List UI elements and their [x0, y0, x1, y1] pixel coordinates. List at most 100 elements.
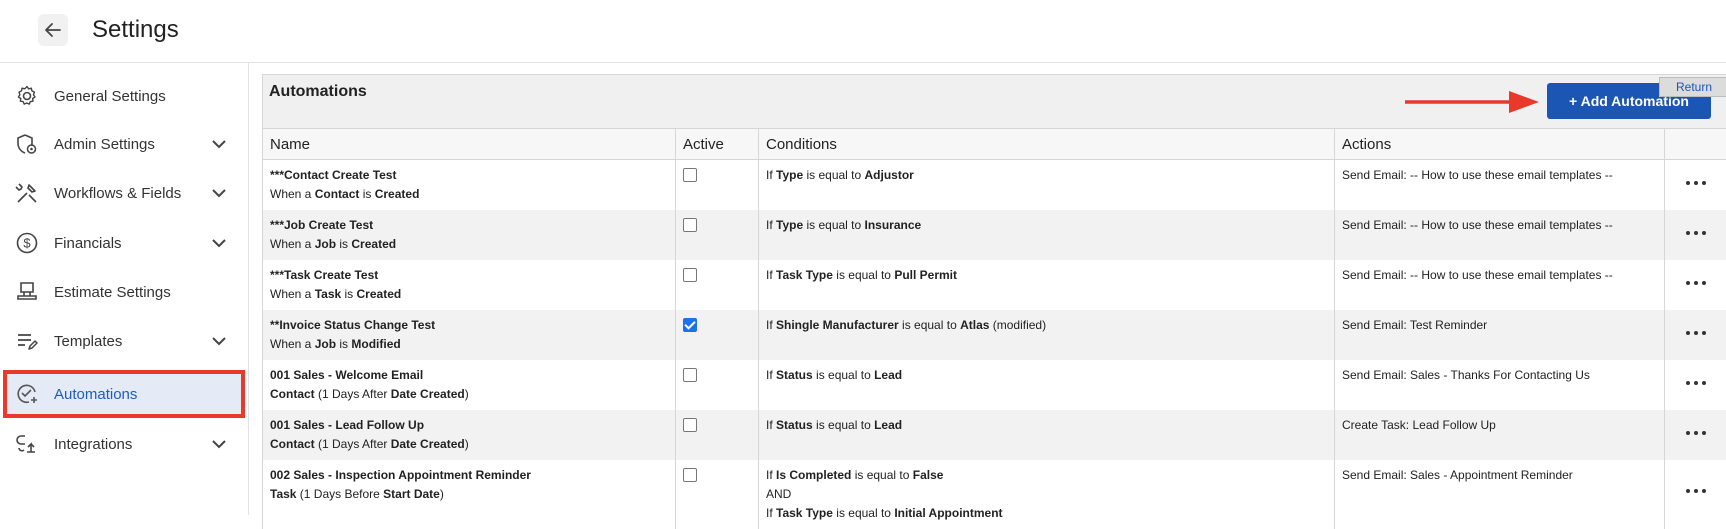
- automation-name[interactable]: 002 Sales - Inspection Appointment Remin…: [270, 468, 531, 482]
- automation-name[interactable]: ***Task Create Test: [270, 268, 378, 282]
- conditions-cell: If Task Type is equal to Pull Permit: [759, 260, 1335, 310]
- menu-cell: [1665, 310, 1726, 360]
- menu-cell: [1665, 210, 1726, 260]
- more-options-icon[interactable]: [1672, 366, 1719, 400]
- sidebar-item-integrations[interactable]: Integrations: [0, 420, 248, 468]
- sidebar-item-templates[interactable]: Templates: [0, 317, 248, 365]
- menu-cell: [1665, 260, 1726, 310]
- active-checkbox[interactable]: [683, 218, 697, 232]
- condition-value: Adjustor: [865, 168, 914, 182]
- trigger-event: Start Date: [383, 487, 440, 501]
- table-row[interactable]: 001 Sales - Welcome Email Contact (1 Day…: [263, 360, 1726, 410]
- more-options-icon[interactable]: [1672, 474, 1719, 508]
- active-cell: [676, 160, 759, 211]
- sidebar-item-label: General Settings: [54, 88, 166, 105]
- name-cell: ***Job Create Test When a Job is Created: [263, 210, 676, 260]
- condition-value: Lead: [874, 368, 902, 382]
- condition-field: Is Completed: [776, 468, 851, 482]
- trigger-event: Created: [351, 237, 396, 251]
- trigger-text: When a: [270, 287, 315, 301]
- active-checkbox[interactable]: [683, 468, 697, 482]
- automation-name[interactable]: 001 Sales - Welcome Email: [270, 368, 423, 382]
- trigger-entity: Job: [315, 337, 336, 351]
- trigger-text: (1 Days After: [315, 387, 391, 401]
- sidebar-item-admin-settings[interactable]: Admin Settings: [0, 120, 248, 168]
- table-row[interactable]: ***Task Create Test When a Task is Creat…: [263, 260, 1726, 310]
- trigger-event: Date Created: [391, 387, 465, 401]
- automation-name[interactable]: ***Job Create Test: [270, 218, 373, 232]
- condition-value: Pull Permit: [894, 268, 957, 282]
- actions-cell: Send Email: -- How to use these email te…: [1335, 260, 1665, 310]
- active-checkbox[interactable]: [683, 368, 697, 382]
- column-header-active[interactable]: Active: [676, 129, 759, 160]
- condition-operator: is equal to: [833, 268, 894, 282]
- actions-cell: Send Email: Sales - Thanks For Contactin…: [1335, 360, 1665, 410]
- conditions-cell: If Is Completed is equal to False AND If…: [759, 460, 1335, 529]
- trigger-text: (1 Days Before: [296, 487, 383, 501]
- table-row[interactable]: 002 Sales - Inspection Appointment Remin…: [263, 460, 1726, 529]
- condition-field: Status: [776, 368, 813, 382]
- panel-title: Automations: [269, 83, 367, 101]
- automations-table: Name Active Conditions Actions ***Contac…: [262, 128, 1726, 529]
- column-header-conditions[interactable]: Conditions: [759, 129, 1335, 160]
- table-row[interactable]: ***Job Create Test When a Job is Created…: [263, 210, 1726, 260]
- sidebar-item-general-settings[interactable]: General Settings: [0, 72, 248, 120]
- more-options-icon[interactable]: [1672, 316, 1719, 350]
- active-cell: [676, 460, 759, 529]
- automation-name[interactable]: **Invoice Status Change Test: [270, 318, 435, 332]
- table-row[interactable]: 001 Sales - Lead Follow Up Contact (1 Da…: [263, 410, 1726, 460]
- sidebar-item-financials[interactable]: $ Financials: [0, 219, 248, 267]
- trigger-text: When a: [270, 237, 315, 251]
- more-options-icon[interactable]: [1672, 416, 1719, 450]
- chevron-down-icon: [210, 332, 228, 350]
- trigger-text: is: [341, 287, 356, 301]
- sidebar-item-label: Admin Settings: [54, 136, 155, 153]
- condition-operator: is equal to: [899, 318, 960, 332]
- sidebar-item-automations[interactable]: Automations: [3, 370, 245, 418]
- shield-gear-icon: [14, 131, 40, 157]
- menu-cell: [1665, 360, 1726, 410]
- active-checkbox[interactable]: [683, 418, 697, 432]
- return-button[interactable]: Return: [1659, 77, 1726, 97]
- trigger-text: ): [465, 387, 469, 401]
- stamp-icon: [14, 279, 40, 305]
- conditions-cell: If Type is equal to Insurance: [759, 210, 1335, 260]
- edit-list-icon: [14, 328, 40, 354]
- table-row[interactable]: ***Contact Create Test When a Contact is…: [263, 160, 1726, 211]
- conditions-cell: If Shingle Manufacturer is equal to Atla…: [759, 310, 1335, 360]
- automation-name[interactable]: 001 Sales - Lead Follow Up: [270, 418, 424, 432]
- red-arrow-annotation: [1403, 89, 1543, 115]
- trigger-text: (1 Days After: [315, 437, 391, 451]
- arrow-left-icon: [44, 21, 62, 39]
- chevron-down-icon: [210, 184, 228, 202]
- automation-name[interactable]: ***Contact Create Test: [270, 168, 396, 182]
- more-options-icon[interactable]: [1672, 216, 1719, 250]
- trigger-text: When a: [270, 337, 315, 351]
- condition-note: (modified): [989, 318, 1046, 332]
- actions-cell: Send Email: Sales - Appointment Reminder: [1335, 460, 1665, 529]
- sidebar-item-workflows-fields[interactable]: Workflows & Fields: [0, 169, 248, 217]
- trigger-text: When a: [270, 187, 315, 201]
- active-cell: [676, 410, 759, 460]
- conditions-cell: If Status is equal to Lead: [759, 360, 1335, 410]
- condition-field: Task Type: [776, 268, 833, 282]
- active-checkbox[interactable]: [683, 168, 697, 182]
- more-options-icon[interactable]: [1672, 266, 1719, 300]
- condition-value: Initial Appointment: [894, 506, 1002, 520]
- table-row[interactable]: **Invoice Status Change Test When a Job …: [263, 310, 1726, 360]
- sidebar-item-estimate-settings[interactable]: Estimate Settings: [0, 268, 248, 316]
- active-cell: [676, 210, 759, 260]
- more-options-icon[interactable]: [1672, 166, 1719, 200]
- column-header-name[interactable]: Name: [263, 129, 676, 160]
- chevron-down-icon: [210, 435, 228, 453]
- automation-icon: [14, 381, 40, 407]
- column-header-menu: [1665, 129, 1726, 160]
- active-checkbox[interactable]: [683, 318, 697, 332]
- table-header-row: Name Active Conditions Actions: [263, 129, 1726, 160]
- column-header-actions[interactable]: Actions: [1335, 129, 1665, 160]
- conditions-cell: If Status is equal to Lead: [759, 410, 1335, 460]
- back-button[interactable]: [38, 14, 68, 46]
- active-checkbox[interactable]: [683, 268, 697, 282]
- trigger-text: ): [465, 437, 469, 451]
- trigger-text: is: [336, 237, 351, 251]
